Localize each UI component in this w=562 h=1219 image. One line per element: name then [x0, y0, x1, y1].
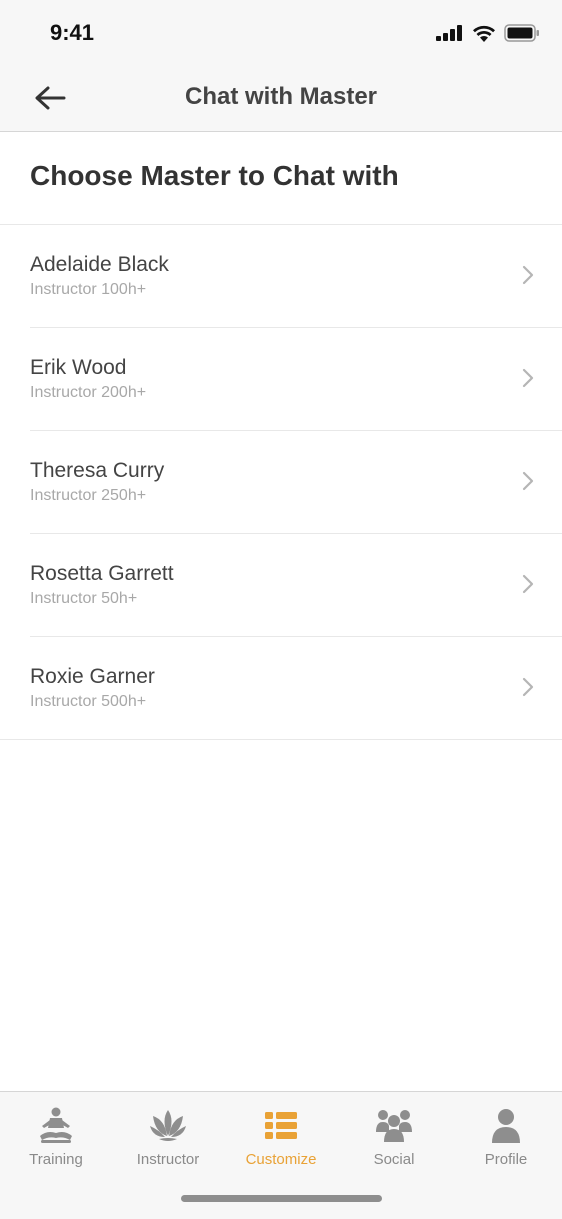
master-subtitle: Instructor 500h+ [30, 693, 147, 710]
status-bar: 9:41 [0, 0, 562, 64]
cellular-signal-icon [436, 25, 462, 41]
master-list: Adelaide Black Instructor 100h+ Erik Woo… [0, 225, 562, 740]
group-icon [376, 1110, 412, 1142]
master-name: Roxie Garner [30, 665, 155, 688]
page-title: Chat with Master [184, 83, 378, 110]
master-name: Rosetta Garrett [30, 562, 174, 585]
master-name: Theresa Curry [30, 459, 165, 482]
meditation-icon [40, 1107, 72, 1143]
navigation-bar: Chat with Master [0, 64, 562, 132]
chevron-right-icon [522, 677, 534, 697]
master-list-item[interactable]: Roxie Garner Instructor 500h+ [0, 637, 562, 740]
home-indicator [181, 1195, 382, 1202]
section-title: Choose Master to Chat with [30, 160, 399, 191]
master-subtitle: Instructor 250h+ [30, 487, 147, 504]
tab-social[interactable]: Social [338, 1092, 450, 1182]
master-list-item[interactable]: Rosetta Garrett Instructor 50h+ [0, 534, 562, 637]
lotus-icon [150, 1110, 186, 1141]
master-name: Adelaide Black [30, 253, 169, 276]
master-subtitle: Instructor 100h+ [30, 281, 147, 298]
chevron-right-icon [522, 368, 534, 388]
master-list-item[interactable]: Theresa Curry Instructor 250h+ [0, 431, 562, 534]
master-name: Erik Wood [30, 356, 127, 379]
tab-label: Training [29, 1151, 83, 1168]
battery-icon [504, 24, 539, 42]
chevron-right-icon [522, 265, 534, 285]
tab-label: Social [373, 1151, 415, 1168]
divider [0, 739, 562, 740]
wifi-icon [473, 25, 495, 42]
chevron-right-icon [522, 574, 534, 594]
master-list-item[interactable]: Erik Wood Instructor 200h+ [0, 328, 562, 431]
chevron-right-icon [522, 471, 534, 491]
master-subtitle: Instructor 50h+ [30, 590, 138, 607]
tab-label: Customize [245, 1151, 317, 1168]
tab-customize[interactable]: Customize [225, 1092, 337, 1182]
person-icon [492, 1109, 520, 1143]
tab-training[interactable]: Training [0, 1092, 112, 1182]
tab-label: Instructor [136, 1151, 200, 1168]
tab-profile[interactable]: Profile [450, 1092, 562, 1182]
list-icon [265, 1112, 297, 1139]
status-icons [436, 24, 540, 42]
master-subtitle: Instructor 200h+ [30, 384, 147, 401]
tab-label: Profile [484, 1151, 528, 1168]
section-header: Choose Master to Chat with [0, 132, 562, 225]
status-time: 9:41 [50, 20, 95, 45]
tab-instructor[interactable]: Instructor [112, 1092, 224, 1182]
master-list-item[interactable]: Adelaide Black Instructor 100h+ [0, 225, 562, 328]
